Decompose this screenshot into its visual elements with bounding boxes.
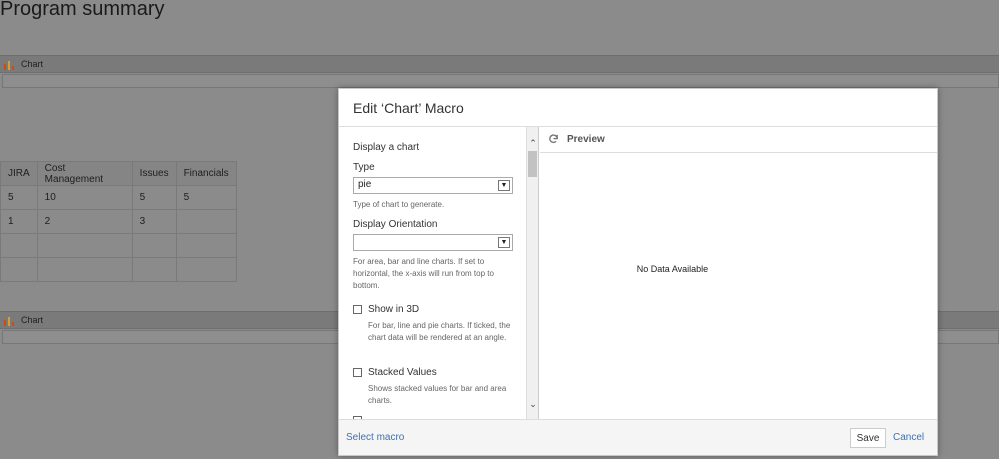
dialog-title: Edit ‘Chart’ Macro bbox=[353, 100, 464, 116]
refresh-icon[interactable] bbox=[548, 134, 559, 145]
table-cell bbox=[0, 257, 38, 282]
table-cell bbox=[131, 233, 177, 258]
macro-label: Chart bbox=[21, 59, 44, 69]
table-row bbox=[0, 233, 237, 258]
table-cell bbox=[36, 257, 133, 282]
dialog-footer: Select macro Save Cancel bbox=[339, 419, 937, 455]
type-select-value: pie bbox=[358, 179, 372, 190]
macro-label: Chart bbox=[21, 315, 44, 325]
chart-icon bbox=[4, 317, 14, 326]
stacked-values-checkbox[interactable] bbox=[353, 368, 362, 377]
page-title: Program summary bbox=[0, 0, 165, 20]
table-cell bbox=[175, 233, 237, 258]
chart-macro-bar-1[interactable]: Chart bbox=[0, 55, 999, 73]
show-3d-checkbox[interactable] bbox=[353, 305, 362, 314]
stacked-values-label: Stacked Values bbox=[368, 367, 437, 378]
chart-icon bbox=[4, 61, 14, 70]
dialog-body: Display a chart Type pie ▼ Type of chart… bbox=[339, 127, 937, 420]
table-row bbox=[0, 257, 237, 282]
preview-label: Preview bbox=[567, 134, 605, 145]
table-header-cell: Financials bbox=[175, 161, 237, 186]
table-cell bbox=[0, 233, 38, 258]
table-cell: 10 bbox=[36, 185, 133, 210]
table-row: 5 10 5 5 bbox=[0, 185, 237, 210]
table-cell bbox=[175, 257, 237, 282]
table-header-row: JIRA Cost Management Issues Financials bbox=[0, 161, 237, 186]
table-cell: 5 bbox=[0, 185, 38, 210]
orientation-label: Display Orientation bbox=[353, 219, 438, 230]
table-cell bbox=[36, 233, 133, 258]
select-macro-link[interactable]: Select macro bbox=[346, 432, 404, 443]
table-cell bbox=[131, 257, 177, 282]
type-select[interactable]: pie ▼ bbox=[353, 177, 513, 194]
save-button[interactable]: Save bbox=[850, 428, 886, 448]
preview-message: No Data Available bbox=[636, 264, 709, 274]
table-header-cell: Cost Management bbox=[36, 161, 133, 186]
show-3d-help: For bar, line and pie charts. If ticked,… bbox=[368, 321, 511, 342]
orientation-help: For area, bar and line charts. If set to… bbox=[353, 257, 494, 290]
scroll-down-icon[interactable]: ⌄ bbox=[528, 399, 538, 409]
parameters-scrollbar[interactable]: ⌃ ⌄ bbox=[527, 127, 539, 420]
section-title: Display a chart bbox=[353, 142, 420, 153]
dialog-header: Edit ‘Chart’ Macro bbox=[339, 89, 937, 127]
stacked-values-row[interactable]: Stacked Values bbox=[353, 367, 437, 378]
orientation-select[interactable]: ▼ bbox=[353, 234, 513, 251]
edit-macro-dialog: Edit ‘Chart’ Macro Display a chart Type … bbox=[338, 88, 938, 456]
table-row: 1 2 3 bbox=[0, 209, 237, 234]
table-cell: 1 bbox=[0, 209, 38, 234]
table-cell: 2 bbox=[36, 209, 133, 234]
scrollbar-thumb[interactable] bbox=[528, 151, 537, 177]
table-cell: 5 bbox=[131, 185, 177, 210]
scroll-up-icon[interactable]: ⌃ bbox=[528, 138, 538, 148]
preview-pane: Preview No Data Available bbox=[540, 127, 937, 420]
chevron-down-icon[interactable]: ▼ bbox=[498, 180, 510, 191]
data-table: JIRA Cost Management Issues Financials 5… bbox=[0, 161, 237, 282]
show-3d-row[interactable]: Show in 3D bbox=[353, 304, 419, 315]
stacked-values-help: Shows stacked values for bar and area ch… bbox=[368, 384, 507, 405]
type-label: Type bbox=[353, 162, 375, 173]
table-cell: 5 bbox=[175, 185, 237, 210]
table-cell bbox=[175, 209, 237, 234]
chart-macro-body-1 bbox=[2, 74, 999, 88]
chevron-down-icon[interactable]: ▼ bbox=[498, 237, 510, 248]
table-header-cell: JIRA bbox=[0, 161, 38, 186]
table-header-cell: Issues bbox=[131, 161, 177, 186]
preview-header: Preview bbox=[540, 127, 937, 153]
show-3d-label: Show in 3D bbox=[368, 304, 420, 315]
type-help: Type of chart to generate. bbox=[353, 200, 445, 209]
cancel-link[interactable]: Cancel bbox=[893, 432, 924, 443]
macro-parameters-pane: Display a chart Type pie ▼ Type of chart… bbox=[339, 127, 527, 420]
table-cell: 3 bbox=[131, 209, 177, 234]
